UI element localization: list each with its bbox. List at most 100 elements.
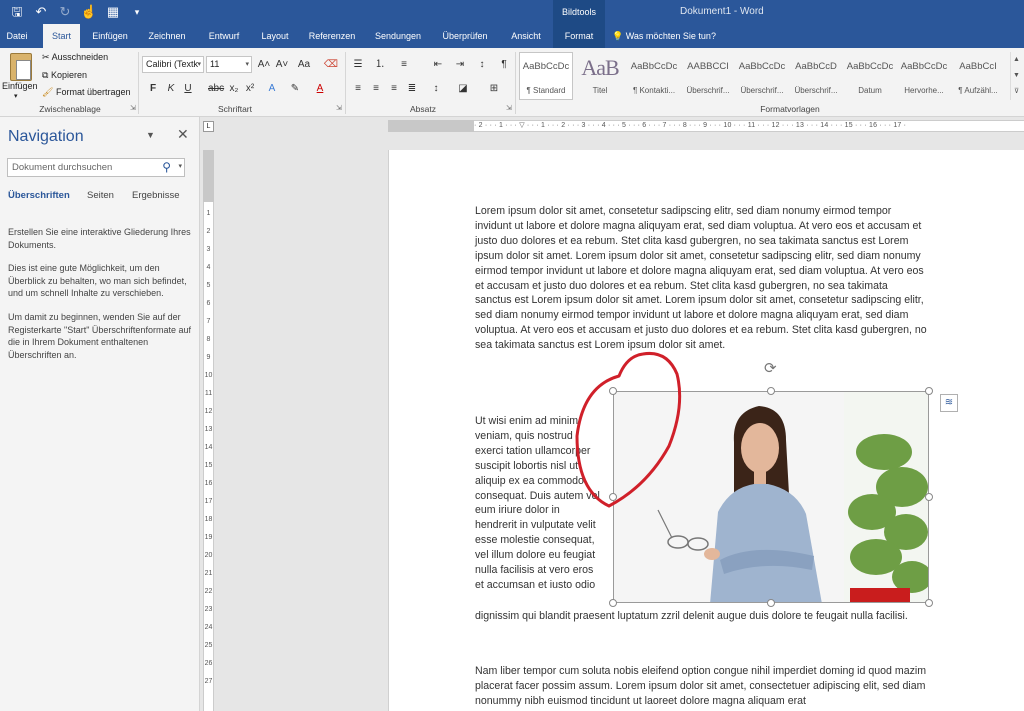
style-item[interactable]: AaB Titel <box>573 52 627 100</box>
tab-file[interactable]: Datei <box>0 24 34 48</box>
tell-me-box[interactable]: 💡 Was möchten Sie tun? <box>612 24 716 48</box>
ruler-mark: 13 <box>204 426 213 433</box>
brush-icon: 🖌 <box>42 87 54 97</box>
highlight-icon[interactable]: ✎ <box>287 81 303 97</box>
ruler-mark: 26 <box>204 660 213 667</box>
style-item[interactable]: AaBbCcD Überschrif... <box>789 52 843 100</box>
grow-font-icon[interactable]: A˄ <box>256 57 272 73</box>
layout-options-icon[interactable]: ≋ <box>940 394 958 412</box>
tab-pages[interactable]: Seiten <box>87 190 114 201</box>
strikethrough-icon[interactable]: abc <box>208 81 224 97</box>
increase-indent-icon[interactable]: ⇥ <box>452 57 468 73</box>
tab-mailings[interactable]: Sendungen <box>367 24 429 48</box>
paragraph-2-continued[interactable]: dignissim qui blandit praesent luptatum … <box>475 609 927 624</box>
ruler-mark: 8 <box>206 336 211 343</box>
style-item[interactable]: AaBbCcDc Überschrif... <box>735 52 789 100</box>
paragraph-1[interactable]: Lorem ipsum dolor sit amet, consetetur s… <box>475 204 927 353</box>
align-left-icon[interactable]: ≡ <box>350 81 366 97</box>
resize-handle-ne[interactable] <box>925 387 933 395</box>
tab-layout[interactable]: Layout <box>254 24 296 48</box>
horizontal-ruler-margin <box>388 120 474 132</box>
paste-icon[interactable] <box>10 53 32 81</box>
resize-handle-s[interactable] <box>767 599 775 607</box>
close-icon[interactable]: ✕ <box>177 126 189 143</box>
italic-icon[interactable]: K <box>163 81 179 97</box>
more-icon[interactable]: ⊽ <box>1011 84 1022 100</box>
text-effects-icon[interactable]: A <box>264 81 280 97</box>
rotate-handle-icon[interactable]: ⟳ <box>764 359 777 377</box>
change-case-icon[interactable]: Aa <box>296 57 312 73</box>
resize-handle-sw[interactable] <box>609 599 617 607</box>
show-formatting-icon[interactable]: ¶ <box>496 57 512 73</box>
tab-draw[interactable]: Zeichnen <box>143 24 191 48</box>
cut-label: Ausschneiden <box>51 52 109 62</box>
format-painter-button[interactable]: 🖌 Format übertragen <box>42 87 131 98</box>
tab-view[interactable]: Ansicht <box>503 24 549 48</box>
subscript-icon[interactable]: x₂ <box>226 81 242 97</box>
tab-design[interactable]: Entwurf <box>200 24 248 48</box>
document-page[interactable]: Lorem ipsum dolor sit amet, consetetur s… <box>388 150 1024 711</box>
style-item[interactable]: AaBbCcDc ¶ Kontakti... <box>627 52 681 100</box>
tab-review[interactable]: Überprüfen <box>434 24 496 48</box>
tab-format[interactable]: Format <box>553 24 605 48</box>
tab-references[interactable]: Referenzen <box>303 24 361 48</box>
chevron-down-icon[interactable]: ▼ <box>1011 68 1022 84</box>
resize-handle-se[interactable] <box>925 599 933 607</box>
shrink-font-icon[interactable]: A˅ <box>274 57 290 73</box>
tab-home[interactable]: Start <box>43 24 80 48</box>
tab-insert[interactable]: Einfügen <box>86 24 134 48</box>
customize-qat-icon[interactable]: ▾ <box>128 3 146 21</box>
align-center-icon[interactable]: ≡ <box>368 81 384 97</box>
multilevel-list-icon[interactable]: ≡ <box>396 57 412 73</box>
style-name: Titel <box>592 86 608 95</box>
font-color-icon[interactable]: A <box>312 81 328 97</box>
sort-icon[interactable]: ↕ <box>474 57 490 73</box>
font-size-select[interactable]: 11 ▾ <box>206 56 252 73</box>
redo-icon[interactable]: ↻ <box>56 3 74 21</box>
document-search-input[interactable]: Dokument durchsuchen ⚲ ▾ <box>7 158 185 177</box>
undo-icon[interactable]: ↶ <box>32 3 50 21</box>
shading-icon[interactable]: ◪ <box>455 81 471 97</box>
font-launcher-icon[interactable]: ⇲ <box>336 104 342 112</box>
style-item[interactable]: AaBbCcDc Datum <box>843 52 897 100</box>
gallery-scroll[interactable]: ▲ ▼ ⊽ <box>1010 52 1022 100</box>
chevron-up-icon[interactable]: ▲ <box>1011 52 1022 68</box>
justify-icon[interactable]: ≣ <box>404 81 420 97</box>
paragraph-3[interactable]: Nam liber tempor cum soluta nobis eleife… <box>475 664 927 709</box>
search-icon[interactable]: ⚲ <box>162 160 171 174</box>
resize-handle-n[interactable] <box>767 387 775 395</box>
clipboard-launcher-icon[interactable]: ⇲ <box>130 104 136 112</box>
copy-button[interactable]: ⧉ Kopieren <box>42 70 87 81</box>
line-spacing-icon[interactable]: ↕ <box>428 81 444 97</box>
underline-icon[interactable]: U <box>180 81 196 97</box>
font-family-select[interactable]: Calibri (Textk ▾ <box>142 56 204 73</box>
tell-me-text: Was möchten Sie tun? <box>625 31 716 41</box>
bold-icon[interactable]: F <box>145 81 161 97</box>
style-item[interactable]: AaBbCcDc ¶ Standard <box>519 52 573 100</box>
style-item[interactable]: AaBbCcDc Hervorhe... <box>897 52 951 100</box>
superscript-icon[interactable]: x² <box>242 81 258 97</box>
bullets-icon[interactable]: ☰ <box>350 57 366 73</box>
paste-dropdown-icon[interactable]: ▾ <box>14 92 18 100</box>
numbering-icon[interactable]: ⒈ <box>372 57 388 73</box>
paste-button[interactable]: Einfügen <box>2 81 38 91</box>
print-preview-icon[interactable]: ▦ <box>104 3 122 21</box>
cut-button[interactable]: ✂ Ausschneiden <box>42 52 108 63</box>
clear-formatting-icon[interactable]: ⌫ <box>323 57 339 73</box>
save-icon[interactable]: 🖫 <box>8 3 26 21</box>
tab-headings[interactable]: Überschriften <box>8 190 70 201</box>
style-item[interactable]: AABBCCI Überschrif... <box>681 52 735 100</box>
tab-results[interactable]: Ergebnisse <box>132 190 180 201</box>
paragraph-launcher-icon[interactable]: ⇲ <box>506 104 512 112</box>
styles-group-label: Formatvorlagen <box>760 104 820 114</box>
tab-selector-icon[interactable]: L <box>203 121 214 132</box>
decrease-indent-icon[interactable]: ⇤ <box>430 57 446 73</box>
chevron-down-icon[interactable]: ▾ <box>178 162 182 170</box>
style-name: Überschrif... <box>686 86 730 95</box>
style-item[interactable]: AaBbCcI ¶ Aufzähl... <box>951 52 1005 100</box>
touch-mode-icon[interactable]: ☝ <box>80 3 98 21</box>
borders-icon[interactable]: ⊞ <box>486 81 502 97</box>
align-right-icon[interactable]: ≡ <box>386 81 402 97</box>
pane-options-icon[interactable]: ▼ <box>146 130 155 140</box>
resize-handle-e[interactable] <box>925 493 933 501</box>
